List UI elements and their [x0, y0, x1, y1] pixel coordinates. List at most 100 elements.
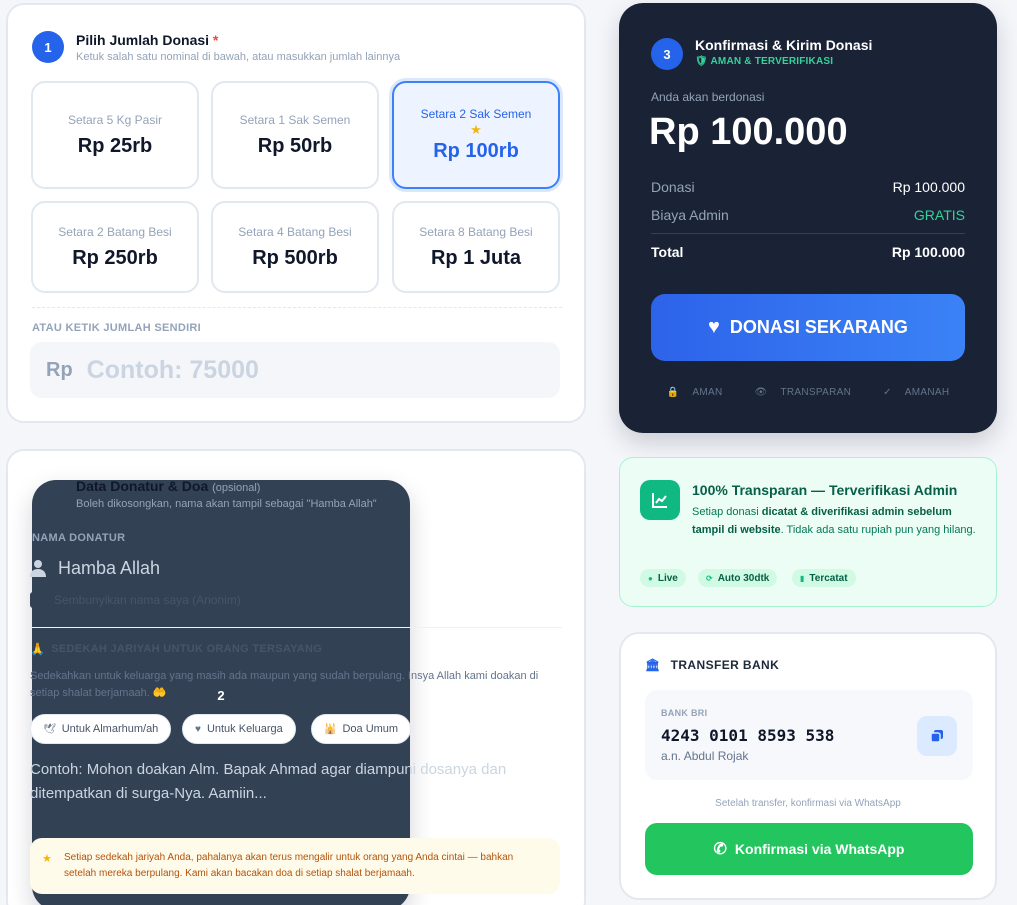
amount-option-value: Rp 25rb — [77, 134, 153, 157]
divider — [651, 233, 965, 234]
anonymous-label: Sembunyikan nama saya (Anonim) — [54, 593, 241, 607]
trust-item-aman: 🔒 AMAN — [659, 387, 731, 398]
donate-now-button[interactable]: ♥ DONASI SEKARANG — [651, 294, 965, 361]
step-badge-3: 3 — [651, 38, 683, 70]
check-icon: ✓ — [883, 387, 892, 398]
section-title-donor: Data Donatur & Doa (opsional) — [76, 478, 260, 494]
jariyah-description: Sedekahkan untuk keluarga yang masih ada… — [30, 670, 539, 699]
whatsapp-confirm-button[interactable]: ✆ Konfirmasi via WhatsApp — [645, 823, 973, 875]
custom-amount-input[interactable] — [86, 355, 487, 385]
trust-label: AMAN — [692, 387, 723, 398]
amount-option-500rb[interactable]: Setara 4 Batang Besi Rp 500rb — [211, 201, 379, 293]
copy-icon — [930, 730, 943, 743]
whatsapp-button-label: Konfirmasi via WhatsApp — [734, 841, 905, 857]
chip-almarhum[interactable]: 🕊 Untuk Almarhum/ah — [30, 714, 172, 744]
total-key: Total — [651, 244, 684, 260]
you-donate-label: Anda akan berdonasi — [651, 90, 765, 104]
section-subtitle-donor: Boleh dikosongkan, nama akan tampil seba… — [76, 498, 377, 510]
amount-option-1juta[interactable]: Setara 8 Batang Besi Rp 1 Juta — [392, 201, 560, 293]
chip-keluarga[interactable]: ♥ Untuk Keluarga — [182, 714, 296, 744]
anonymous-toggle[interactable]: Sembunyikan nama saya (Anonim) — [30, 592, 241, 608]
amount-option-100rb[interactable]: Setara 2 Sak Semen ★ Rp 100rb — [392, 81, 560, 189]
desc-part: . Tidak ada satu rupiah pun yang hilang. — [780, 524, 976, 536]
amount-option-value: Rp 50rb — [257, 134, 333, 157]
divider — [32, 307, 562, 308]
summary-key: Biaya Admin — [651, 207, 729, 223]
trust-item-transparan: 👁 TRANSPARAN — [746, 387, 859, 398]
summary-row-admin: Biaya Admin GRATIS — [651, 207, 965, 223]
shield-icon: 🛡 — [695, 56, 708, 67]
chip-label: Untuk Keluarga — [206, 723, 283, 735]
desc-part: Setiap donasi — [692, 506, 762, 518]
required-mark: * — [212, 32, 219, 48]
divider — [32, 627, 562, 628]
chip-doa-umum[interactable]: 🕌 Doa Umum — [311, 714, 412, 744]
copy-account-button[interactable] — [917, 716, 957, 756]
amount-option-label: Setara 5 Kg Pasir — [67, 112, 163, 127]
mosque-icon: 🕌 — [324, 723, 337, 735]
amount-option-value: Rp 1 Juta — [430, 246, 522, 269]
amount-option-label: Setara 8 Batang Besi — [419, 224, 533, 239]
verified-text: AMAN & TERVERIFIKASI — [710, 56, 834, 67]
prayer-textarea[interactable]: Contoh: Mohon doakan Alm. Bapak Ahmad ag… — [30, 758, 550, 806]
badge-label: Tercatat — [809, 572, 848, 584]
praying-hands-icon: 🙏 — [30, 642, 46, 656]
donate-now-label: DONASI SEKARANG — [729, 317, 908, 337]
trust-label: AMANAH — [904, 387, 950, 398]
jariyah-title-text: SEDEKAH JARIYAH UNTUK ORANG TERSAYANG — [51, 643, 323, 655]
account-name: a.n. Abdul Rojak — [661, 749, 749, 763]
chip-label: Doa Umum — [342, 723, 399, 735]
whatsapp-icon: ✆ — [713, 841, 727, 858]
trust-item-amanah: ✓ AMANAH — [875, 387, 957, 398]
donation-amount: Rp 100.000 — [649, 111, 848, 153]
dot-icon: ● — [648, 573, 653, 583]
transfer-hint: Setelah transfer, konfirmasi via WhatsAp… — [715, 798, 901, 809]
transparency-card: 100% Transparan — Terverifikasi Admin Se… — [619, 457, 997, 607]
badge-live: ● Live — [640, 569, 686, 587]
lock-icon: 🔒 — [666, 387, 680, 398]
chip-label: Untuk Almarhum/ah — [61, 723, 159, 735]
database-icon: ▮ — [800, 573, 805, 583]
amount-option-50rb[interactable]: Setara 1 Sak Semen Rp 50rb — [211, 81, 379, 189]
confirm-title: Konfirmasi & Kirim Donasi — [695, 37, 873, 53]
anonymous-checkbox[interactable] — [30, 592, 46, 608]
step-badge-1: 1 — [32, 31, 64, 63]
section-title-amount: Pilih Jumlah Donasi * — [76, 32, 218, 48]
summary-key: Donasi — [651, 179, 695, 195]
donor-title-text: Data Donatur & Doa — [76, 478, 209, 494]
trust-indicators: 🔒 AMAN 👁 TRANSPARAN ✓ AMANAH — [619, 387, 997, 398]
user-icon — [30, 560, 46, 577]
bank-name: BANK BRI — [661, 708, 708, 718]
amount-option-value: Rp 250rb — [72, 246, 158, 269]
badge-tercatat: ▮ Tercatat — [792, 569, 856, 587]
heart-icon: ♥ — [708, 316, 720, 338]
star-icon: ★ — [42, 853, 52, 865]
summary-row-total: Total Rp 100.000 — [651, 244, 965, 260]
jariyah-note: ★ Setiap sedekah jariyah Anda, pahalanya… — [30, 838, 560, 894]
bank-title-text: TRANSFER BANK — [670, 658, 780, 672]
amount-option-250rb[interactable]: Setara 2 Batang Besi Rp 250rb — [31, 201, 199, 293]
transparency-description: Setiap donasi dicatat & diverifikasi adm… — [692, 503, 977, 539]
summary-value: Rp 100.000 — [892, 179, 965, 195]
bank-transfer-card: 🏛 TRANSFER BANK BANK BRI 4243 0101 8593 … — [619, 632, 997, 900]
donor-name-field[interactable] — [30, 555, 560, 581]
bank-transfer-title: 🏛 TRANSFER BANK — [645, 658, 779, 672]
amount-option-value: Rp 100rb — [433, 140, 519, 162]
currency-prefix: Rp — [46, 358, 73, 381]
donor-name-input[interactable] — [58, 557, 538, 579]
account-box: BANK BRI 4243 0101 8593 538 a.n. Abdul R… — [645, 690, 973, 780]
custom-amount-field[interactable]: Rp — [30, 342, 560, 398]
eye-icon: 👁 — [754, 387, 768, 398]
chart-icon — [640, 480, 680, 520]
dove-icon: 🕊 — [43, 723, 56, 735]
account-number: 4243 0101 8593 538 — [661, 726, 835, 745]
amount-option-label: Setara 1 Sak Semen — [239, 112, 351, 127]
optional-tag: (opsional) — [212, 482, 261, 494]
amount-option-label: Setara 2 Batang Besi — [58, 224, 172, 239]
amount-option-25rb[interactable]: Setara 5 Kg Pasir Rp 25rb — [31, 81, 199, 189]
summary-row-donasi: Donasi Rp 100.000 — [651, 179, 965, 195]
amount-option-label: Setara 2 Sak Semen — [420, 107, 532, 121]
jariyah-note-text: Setiap sedekah jariyah Anda, pahalanya a… — [64, 852, 514, 879]
refresh-icon: ⟳ — [706, 573, 713, 583]
star-icon: ★ — [470, 122, 482, 137]
